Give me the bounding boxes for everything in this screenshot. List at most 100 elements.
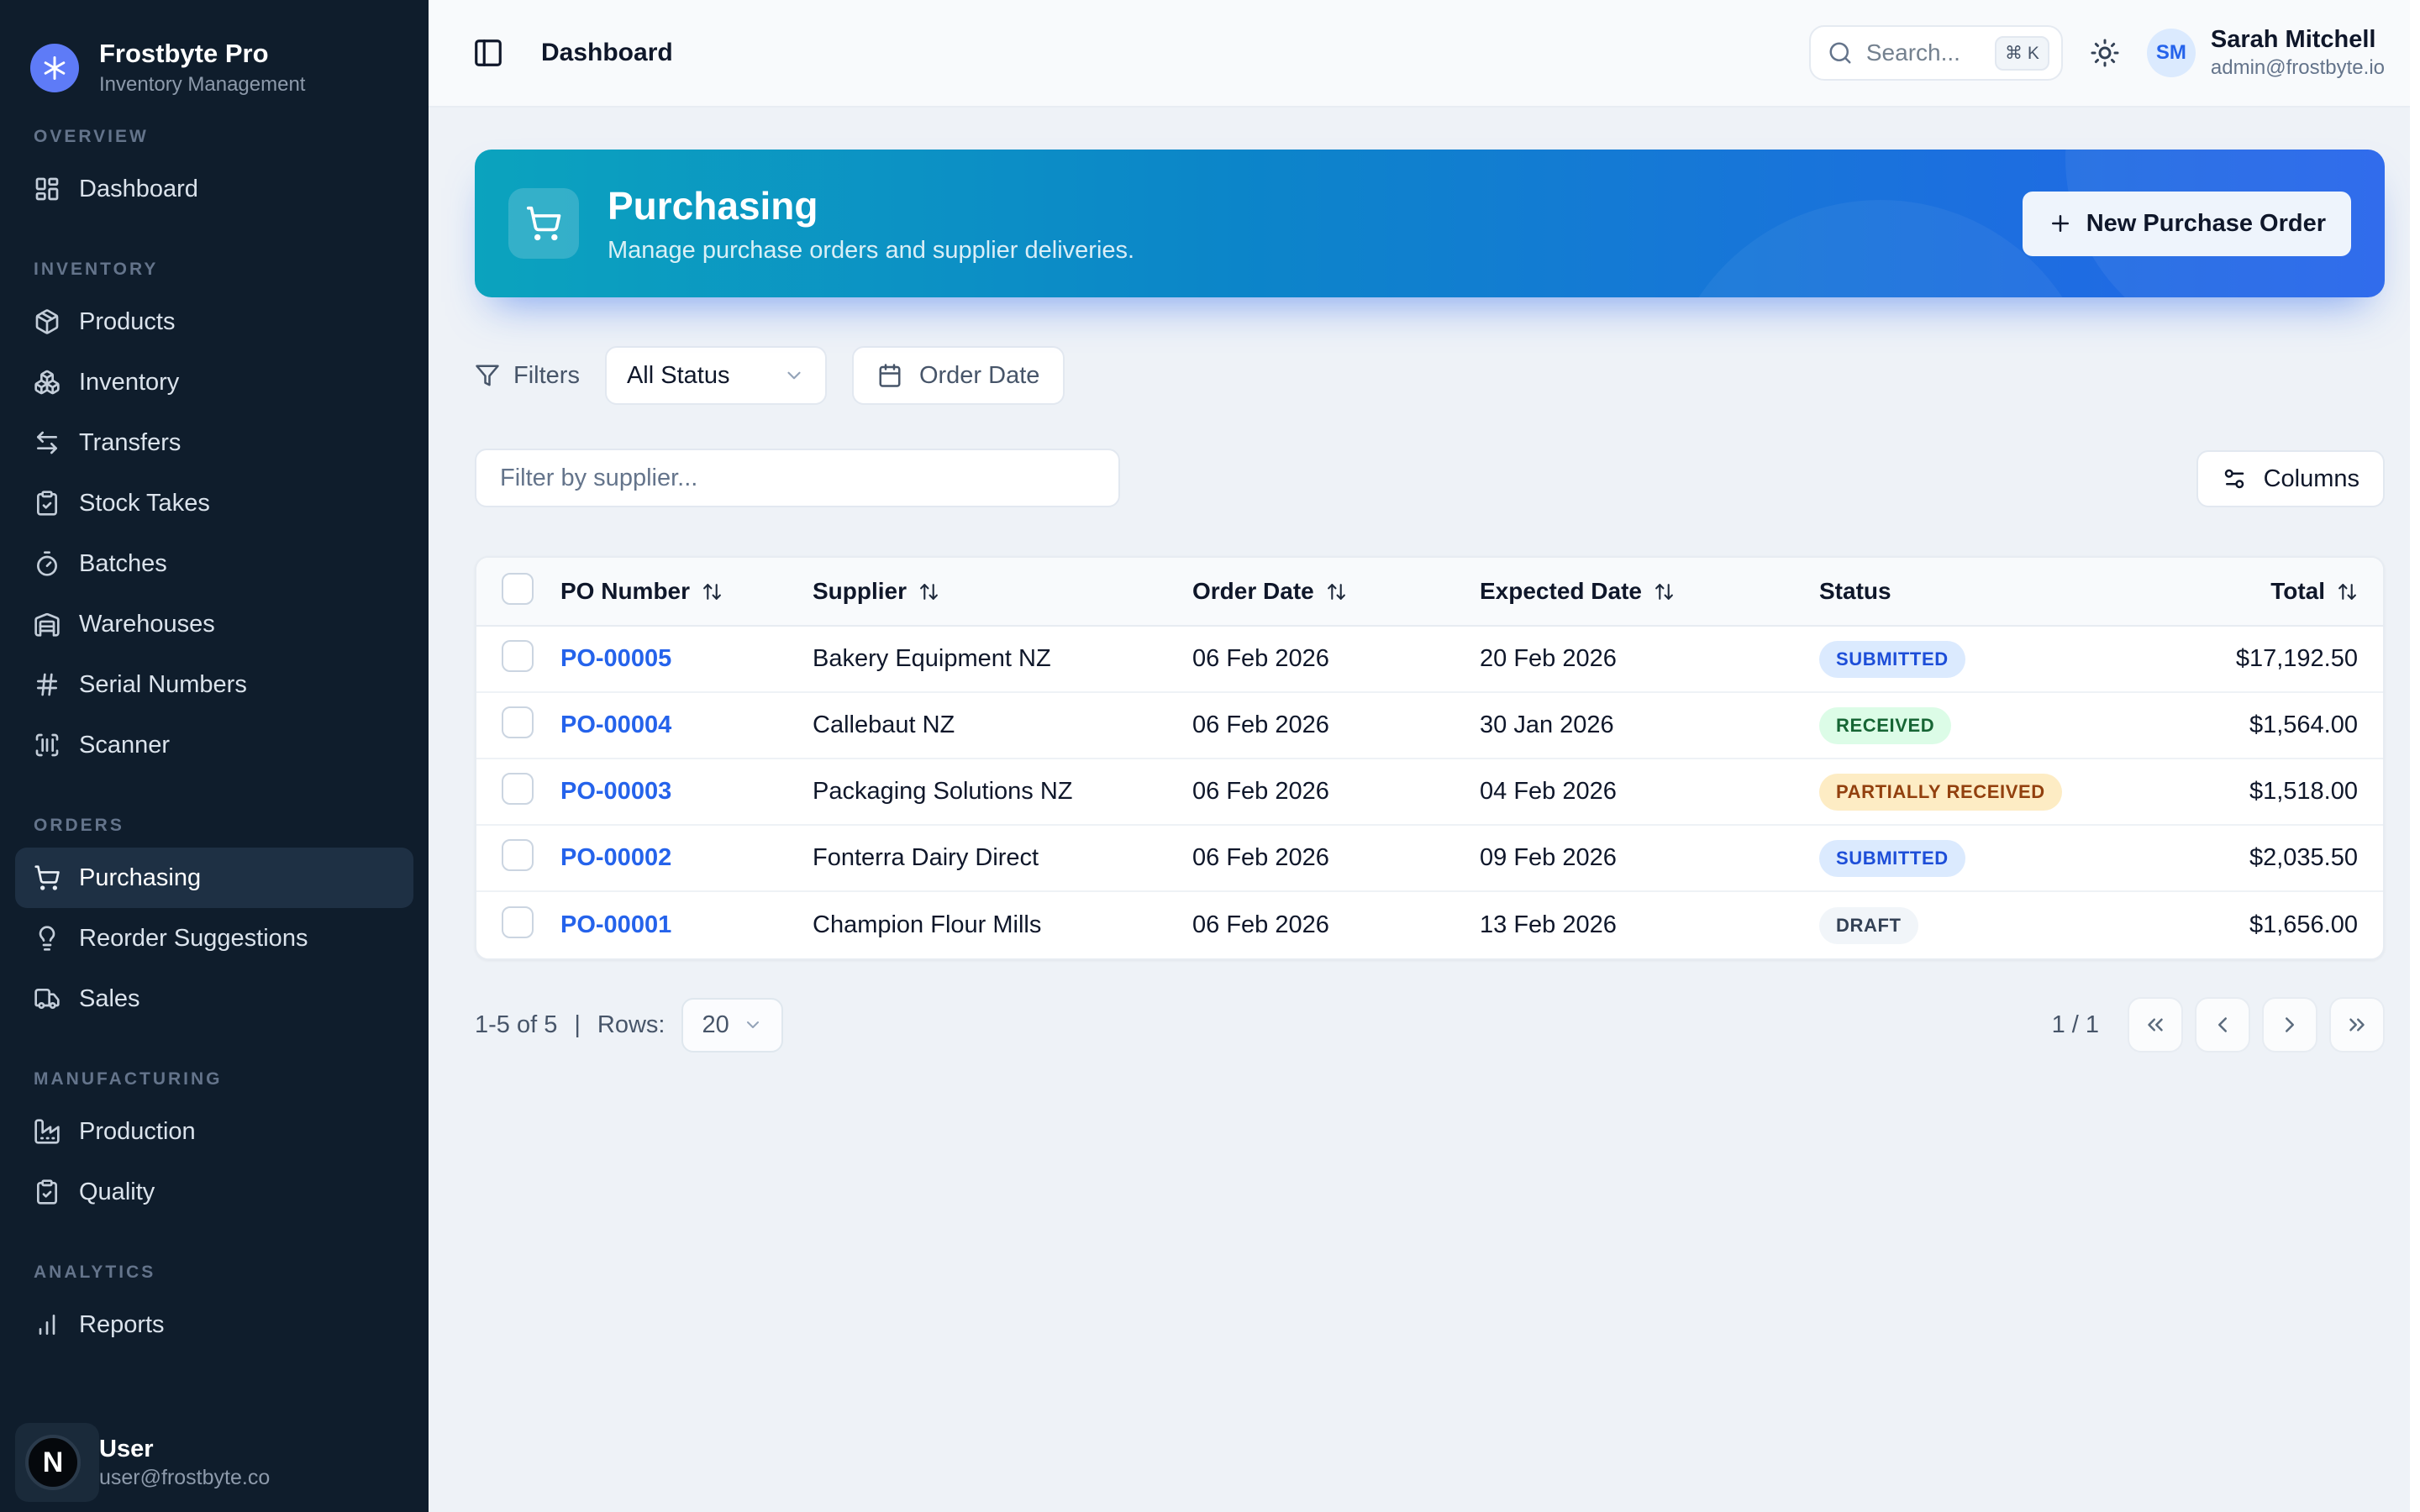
table-row[interactable]: PO-00002 Fonterra Dairy Direct 06 Feb 20… bbox=[476, 826, 2383, 892]
column-header-total[interactable]: Total bbox=[2179, 578, 2358, 605]
rows-per-page-value: 20 bbox=[702, 1011, 729, 1039]
sidebar-item-label: Dashboard bbox=[79, 176, 198, 203]
topbar-right: ⌘ K SM Sarah Mitchell admin@frostbyte.io bbox=[1809, 25, 2385, 81]
sidebar-item-stock-takes[interactable]: Stock Takes bbox=[15, 473, 413, 533]
order-date-cell: 06 Feb 2026 bbox=[1192, 844, 1480, 872]
sort-icon[interactable] bbox=[918, 581, 939, 602]
status-badge: SUBMITTED bbox=[1819, 840, 1965, 877]
sidebar-item-production[interactable]: Production bbox=[15, 1101, 413, 1162]
table-row[interactable]: PO-00001 Champion Flour Mills 06 Feb 202… bbox=[476, 892, 2383, 958]
next-page-button[interactable] bbox=[2262, 997, 2317, 1053]
sidebar-toggle-button[interactable] bbox=[472, 37, 504, 69]
sidebar-item-reports[interactable]: Reports bbox=[15, 1294, 413, 1355]
sidebar-item-serial-numbers[interactable]: Serial Numbers bbox=[15, 654, 413, 715]
purchase-orders-table: PO Number Supplier Order Date Expected D… bbox=[475, 556, 2385, 960]
sidebar-item-batches[interactable]: Batches bbox=[15, 533, 413, 594]
sidebar-item-sales[interactable]: Sales bbox=[15, 969, 413, 1029]
order-date-cell: 06 Feb 2026 bbox=[1192, 911, 1480, 939]
sidebar-item-inventory[interactable]: Inventory bbox=[15, 352, 413, 412]
filters-label-text: Filters bbox=[513, 362, 580, 390]
package-icon bbox=[34, 308, 60, 335]
plus-icon bbox=[2048, 211, 2073, 236]
page-title: Dashboard bbox=[541, 39, 673, 67]
scrollbar-track[interactable] bbox=[2410, 0, 2420, 1512]
supplier-filter-input[interactable] bbox=[475, 449, 1120, 507]
sidebar-item-transfers[interactable]: Transfers bbox=[15, 412, 413, 473]
filters-row: Filters All Status Order Date bbox=[475, 346, 2385, 405]
sidebar-item-reorder-suggestions[interactable]: Reorder Suggestions bbox=[15, 908, 413, 969]
sort-icon[interactable] bbox=[702, 581, 723, 602]
theme-toggle-button[interactable] bbox=[2090, 38, 2120, 68]
order-date-filter-label: Order Date bbox=[919, 362, 1039, 390]
sort-icon[interactable] bbox=[2337, 581, 2358, 602]
select-all-checkbox[interactable] bbox=[502, 573, 534, 605]
table-row[interactable]: PO-00003 Packaging Solutions NZ 06 Feb 2… bbox=[476, 759, 2383, 826]
chevron-down-icon bbox=[783, 365, 805, 386]
order-date-filter-button[interactable]: Order Date bbox=[852, 346, 1065, 405]
sidebar-user-footer[interactable]: N User user@frostbyte.co bbox=[0, 1413, 429, 1512]
expected-date-cell: 04 Feb 2026 bbox=[1480, 778, 1819, 806]
columns-button-label: Columns bbox=[2264, 465, 2360, 493]
pagination-summary: 1-5 of 5 | Rows: 20 bbox=[475, 998, 783, 1053]
supplier-cell: Bakery Equipment NZ bbox=[813, 645, 1192, 673]
po-number-link[interactable]: PO-00004 bbox=[560, 711, 671, 738]
po-number-link[interactable]: PO-00003 bbox=[560, 778, 671, 805]
sidebar-nav: OVERVIEW Dashboard INVENTORY Products In… bbox=[0, 127, 429, 1355]
user-menu[interactable]: SM Sarah Mitchell admin@frostbyte.io bbox=[2147, 26, 2385, 80]
expected-date-cell: 20 Feb 2026 bbox=[1480, 645, 1819, 673]
sidebar-item-dashboard[interactable]: Dashboard bbox=[15, 159, 413, 219]
first-page-button[interactable] bbox=[2128, 997, 2183, 1053]
banner-icon-box bbox=[508, 188, 579, 259]
po-number-link[interactable]: PO-00002 bbox=[560, 844, 671, 871]
sidebar-item-label: Reorder Suggestions bbox=[79, 925, 308, 953]
sidebar: Frostbyte Pro Inventory Management OVERV… bbox=[0, 0, 429, 1512]
rows-per-page-select[interactable]: 20 bbox=[681, 998, 782, 1053]
chevrons-right-icon bbox=[2344, 1012, 2370, 1037]
section-label-manufacturing: MANUFACTURING bbox=[15, 1069, 413, 1089]
keyboard-shortcut-badge: ⌘ K bbox=[1995, 36, 2049, 71]
column-header-expected-date[interactable]: Expected Date bbox=[1480, 578, 1819, 605]
sort-icon[interactable] bbox=[1326, 581, 1347, 602]
column-header-po-number[interactable]: PO Number bbox=[560, 578, 813, 605]
previous-page-button[interactable] bbox=[2195, 997, 2250, 1053]
topbar: Dashboard ⌘ K SM Sarah Mitchell admin@fr… bbox=[429, 0, 2420, 108]
brand-name: Frostbyte Pro bbox=[99, 39, 305, 69]
search-input[interactable] bbox=[1866, 39, 1981, 66]
sidebar-item-purchasing[interactable]: Purchasing bbox=[15, 848, 413, 908]
search-icon bbox=[1828, 40, 1853, 66]
columns-button[interactable]: Columns bbox=[2196, 450, 2385, 507]
boxes-icon bbox=[34, 369, 60, 396]
row-checkbox[interactable] bbox=[502, 640, 534, 672]
sidebar-user-email: user@frostbyte.co bbox=[99, 1466, 270, 1490]
page-content: Purchasing Manage purchase orders and su… bbox=[429, 108, 2420, 1053]
sidebar-item-warehouses[interactable]: Warehouses bbox=[15, 594, 413, 654]
section-label-orders: ORDERS bbox=[15, 816, 413, 836]
brand-logo bbox=[30, 44, 79, 92]
table-row[interactable]: PO-00005 Bakery Equipment NZ 06 Feb 2026… bbox=[476, 627, 2383, 693]
row-checkbox[interactable] bbox=[502, 906, 534, 938]
last-page-button[interactable] bbox=[2329, 997, 2385, 1053]
search-box[interactable]: ⌘ K bbox=[1809, 25, 2063, 81]
column-header-order-date[interactable]: Order Date bbox=[1192, 578, 1480, 605]
sidebar-item-products[interactable]: Products bbox=[15, 291, 413, 352]
sidebar-item-label: Batches bbox=[79, 550, 167, 578]
column-header-supplier[interactable]: Supplier bbox=[813, 578, 1192, 605]
clipboard-check-icon bbox=[34, 1179, 60, 1205]
section-label-overview: OVERVIEW bbox=[15, 127, 413, 147]
banner-subtitle: Manage purchase orders and supplier deli… bbox=[608, 237, 1134, 265]
po-number-link[interactable]: PO-00005 bbox=[560, 645, 671, 672]
po-number-link[interactable]: PO-00001 bbox=[560, 911, 671, 938]
sidebar-item-scanner[interactable]: Scanner bbox=[15, 715, 413, 775]
new-purchase-order-button[interactable]: New Purchase Order bbox=[2023, 192, 2351, 256]
status-filter-select[interactable]: All Status bbox=[605, 346, 827, 405]
warehouse-icon bbox=[34, 611, 60, 638]
sort-icon[interactable] bbox=[1654, 581, 1675, 602]
sidebar-item-label: Purchasing bbox=[79, 864, 201, 892]
row-checkbox[interactable] bbox=[502, 773, 534, 805]
barcode-scan-icon bbox=[34, 732, 60, 759]
row-checkbox[interactable] bbox=[502, 839, 534, 871]
row-checkbox[interactable] bbox=[502, 706, 534, 738]
table-row[interactable]: PO-00004 Callebaut NZ 06 Feb 2026 30 Jan… bbox=[476, 693, 2383, 759]
sidebar-item-quality[interactable]: Quality bbox=[15, 1162, 413, 1222]
user-name: Sarah Mitchell bbox=[2211, 26, 2385, 54]
